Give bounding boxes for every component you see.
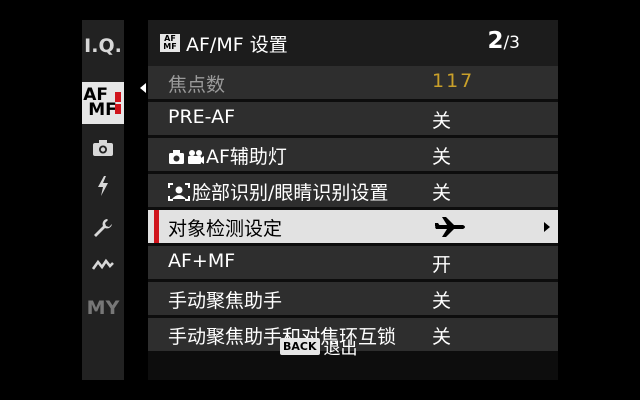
flash-icon [98, 176, 108, 196]
menu-item-subject-detection[interactable]: 对象检测设定 [148, 210, 558, 243]
menu-item-label-wrap: 脸部识别/眼睛识别设置 [168, 178, 388, 205]
footer-hint: BACK 退出 [280, 335, 358, 359]
exit-label: 退出 [323, 338, 358, 359]
sidebar-item-shooting[interactable] [82, 136, 124, 160]
menu-item-af-mf[interactable]: AF+MF 开 [148, 246, 558, 279]
menu-item-label: 手动聚焦助手 [168, 290, 283, 312]
sidebar-item-iq[interactable]: I.Q. [82, 32, 124, 60]
afmf-icon: AF MF [160, 34, 180, 52]
active-tab-pointer-icon [140, 83, 146, 93]
page-title: AF/MF 设置 [186, 34, 288, 56]
submenu-arrow-icon [544, 222, 550, 232]
back-button[interactable]: BACK [280, 337, 320, 355]
menu-item-value: 117 [432, 70, 475, 92]
menu-item-value: 关 [432, 146, 452, 168]
menu-panel: AF MF AF/MF 设置 2/3 焦点数 117 PRE-AF 关 AF辅助灯… [148, 20, 558, 380]
menu-item-label: 对象检测设定 [168, 218, 283, 240]
menu-item-face-eye-detection[interactable]: 脸部识别/眼睛识别设置 关 [148, 174, 558, 207]
menu-item-label: AF+MF [168, 250, 236, 272]
camera-video-icon [169, 150, 204, 164]
af-indicator-icon [115, 104, 121, 114]
camera-icon [93, 140, 113, 156]
menu-item-pre-af[interactable]: PRE-AF 关 [148, 102, 558, 135]
menu-item-label: PRE-AF [168, 106, 236, 128]
menu-item-af-illuminator[interactable]: AF辅助灯 关 [148, 138, 558, 171]
sidebar-item-connection[interactable] [82, 254, 124, 276]
af-indicator-icon [115, 92, 121, 102]
selection-marker [154, 210, 159, 243]
menu-item-mf-assist[interactable]: 手动聚焦助手 关 [148, 282, 558, 315]
wrench-icon [94, 219, 112, 237]
menu-item-value: 关 [432, 182, 452, 204]
sidebar-item-flash[interactable] [82, 172, 124, 200]
menu-item-label-wrap: AF辅助灯 [168, 142, 287, 169]
menu-header: AF MF AF/MF 设置 2/3 [148, 20, 558, 66]
menu-item-value: 关 [432, 326, 452, 348]
menu-item-label: AF辅助灯 [206, 146, 287, 168]
sidebar: I.Q. AF MF MY [82, 20, 124, 380]
menu-item-label: 焦点数 [168, 74, 226, 96]
sidebar-item-afmf[interactable]: AF MF [82, 82, 124, 124]
sidebar-item-my-menu[interactable]: MY [82, 294, 124, 322]
face-detection-icon [168, 183, 190, 201]
sidebar-item-label: MF [88, 100, 117, 120]
menu-item-label: 脸部识别/眼睛识别设置 [192, 182, 389, 204]
menu-item-value: 开 [432, 254, 452, 276]
menu-item-focus-points[interactable]: 焦点数 117 [148, 66, 558, 99]
sidebar-item-label: I.Q. [84, 35, 122, 57]
airplane-icon [435, 217, 465, 237]
sidebar-item-setup[interactable] [82, 214, 124, 242]
page-total: /3 [503, 33, 520, 53]
menu-item-value: 关 [432, 290, 452, 312]
sidebar-item-label: MY [86, 297, 120, 319]
page-indicator: 2/3 [487, 28, 520, 54]
connection-icon [92, 258, 114, 270]
page-current: 2 [487, 28, 504, 54]
menu-item-value: 关 [432, 110, 452, 132]
